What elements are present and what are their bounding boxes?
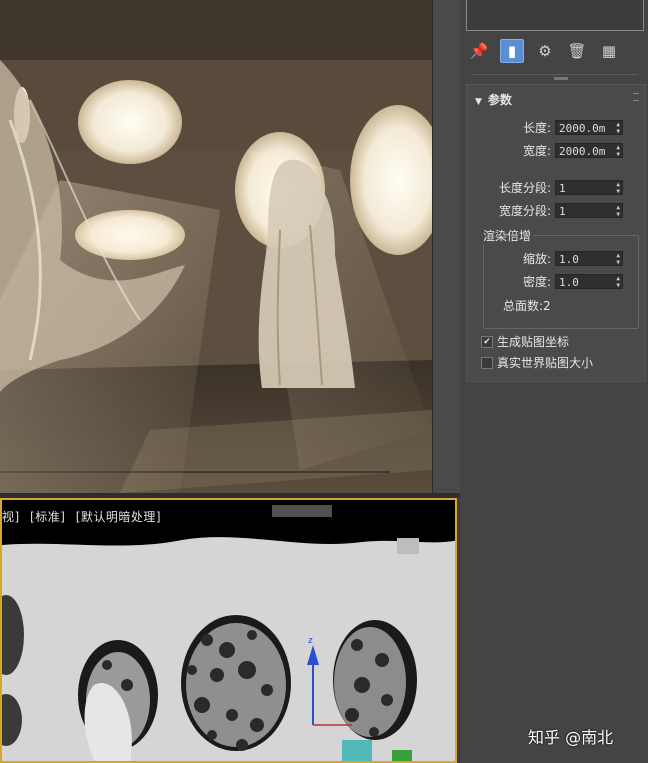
length-segs-row: 长度分段: 1 ▲ ▼ — [481, 179, 623, 196]
length-segs-value: 1 — [559, 182, 566, 195]
length-value: 2000.0m — [559, 122, 606, 135]
total-faces-label: 总面数:2 — [503, 299, 551, 313]
spinner-arrows-icon[interactable]: ▲ ▼ — [616, 204, 620, 218]
render-scene — [0, 0, 432, 493]
scale-value: 1.0 — [559, 253, 579, 266]
rollout-handle-icon[interactable] — [633, 93, 639, 101]
width-spinner[interactable]: 2000.0m ▲ ▼ — [555, 143, 623, 158]
command-panel: 📌 ▮ ⚙ 🗑 ▦ ▼ 参数 长度: 2000.0m ▲ ▼ 宽度: 2000.0m ▲… — [460, 0, 648, 763]
length-label: 长度: — [522, 121, 551, 135]
spinner-arrows-icon[interactable]: ▲ ▼ — [616, 252, 620, 266]
width-label: 宽度: — [522, 144, 551, 158]
width-segs-label: 宽度分段: — [498, 204, 551, 218]
gen-mapping-row[interactable]: ✔ 生成贴图坐标 — [481, 333, 569, 350]
density-label: 密度: — [522, 275, 551, 289]
viewport-label-shading[interactable]: [默认明暗处理] — [76, 510, 161, 524]
viewport-divider-vertical[interactable] — [432, 0, 461, 497]
gen-mapping-checkbox[interactable]: ✔ — [481, 335, 493, 348]
viewport-label[interactable]: 视] [标准] [默认明暗处理] — [2, 508, 167, 525]
rollout-header[interactable]: ▼ 参数 — [475, 91, 512, 108]
divider — [472, 74, 638, 75]
spinner-arrows-icon[interactable]: ▲ ▼ — [616, 144, 620, 158]
rollout-title: 参数 — [487, 93, 512, 107]
scale-spinner[interactable]: 1.0 ▲ ▼ — [555, 251, 623, 266]
watermark: 知乎 @南北 — [528, 728, 614, 747]
resize-grip[interactable] — [554, 77, 568, 80]
real-world-label: 真实世界贴图大小 — [497, 356, 594, 370]
modifier-stack-toolbar: 📌 ▮ ⚙ 🗑 ▦ — [468, 38, 620, 64]
show-end-result-icon[interactable]: ⚙ — [534, 40, 556, 62]
modifier-stack-icon[interactable]: ▮ — [500, 39, 524, 63]
density-value: 1.0 — [559, 276, 579, 289]
width-segs-value: 1 — [559, 205, 566, 218]
width-segs-spinner[interactable]: 1 ▲ ▼ — [555, 203, 623, 218]
viewport-label-view[interactable]: 视] — [2, 510, 20, 524]
real-world-row[interactable]: 真实世界贴图大小 — [481, 354, 593, 371]
spinner-arrows-icon[interactable]: ▲ ▼ — [616, 181, 620, 195]
spinner-arrows-icon[interactable]: ▲ ▼ — [616, 121, 620, 135]
gen-mapping-label: 生成贴图坐标 — [497, 335, 570, 349]
parameters-rollout: ▼ 参数 长度: 2000.0m ▲ ▼ 宽度: 2000.0m ▲ ▼ 长度分段: 1 ▲… — [466, 84, 646, 382]
length-segs-spinner[interactable]: 1 ▲ ▼ — [555, 180, 623, 195]
shaded-scene: z — [2, 500, 455, 761]
render-multiplier-label: 渲染倍增 — [481, 227, 534, 244]
modifier-list-box[interactable] — [466, 0, 644, 31]
window-opening — [78, 80, 182, 164]
spinner-arrows-icon[interactable]: ▲ ▼ — [616, 275, 620, 289]
svg-text:z: z — [308, 636, 313, 646]
real-world-checkbox[interactable] — [481, 356, 493, 369]
density-row: 密度: 1.0 ▲ ▼ — [497, 273, 623, 290]
width-value: 2000.0m — [559, 145, 606, 158]
delete-icon[interactable]: 🗑 — [566, 40, 588, 62]
render-viewport[interactable] — [0, 0, 432, 493]
configure-icon[interactable]: ▦ — [598, 40, 620, 62]
pin-icon[interactable]: 📌 — [468, 40, 490, 62]
length-segs-label: 长度分段: — [498, 181, 551, 195]
scale-row: 缩放: 1.0 ▲ ▼ — [497, 250, 623, 267]
shaded-viewport[interactable]: z 视] [标准] [默认明暗处理] — [0, 498, 457, 763]
length-row: 长度: 2000.0m ▲ ▼ — [507, 119, 623, 136]
width-row: 宽度: 2000.0m ▲ ▼ — [507, 142, 623, 159]
total-faces-row: 总面数:2 — [503, 297, 551, 314]
width-segs-row: 宽度分段: 1 ▲ ▼ — [481, 202, 623, 219]
density-spinner[interactable]: 1.0 ▲ ▼ — [555, 274, 623, 289]
collapse-triangle-icon[interactable]: ▼ — [475, 97, 482, 107]
length-spinner[interactable]: 2000.0m ▲ ▼ — [555, 120, 623, 135]
viewport-label-standard[interactable]: [标准] — [30, 510, 65, 524]
scale-label: 缩放: — [522, 252, 551, 266]
